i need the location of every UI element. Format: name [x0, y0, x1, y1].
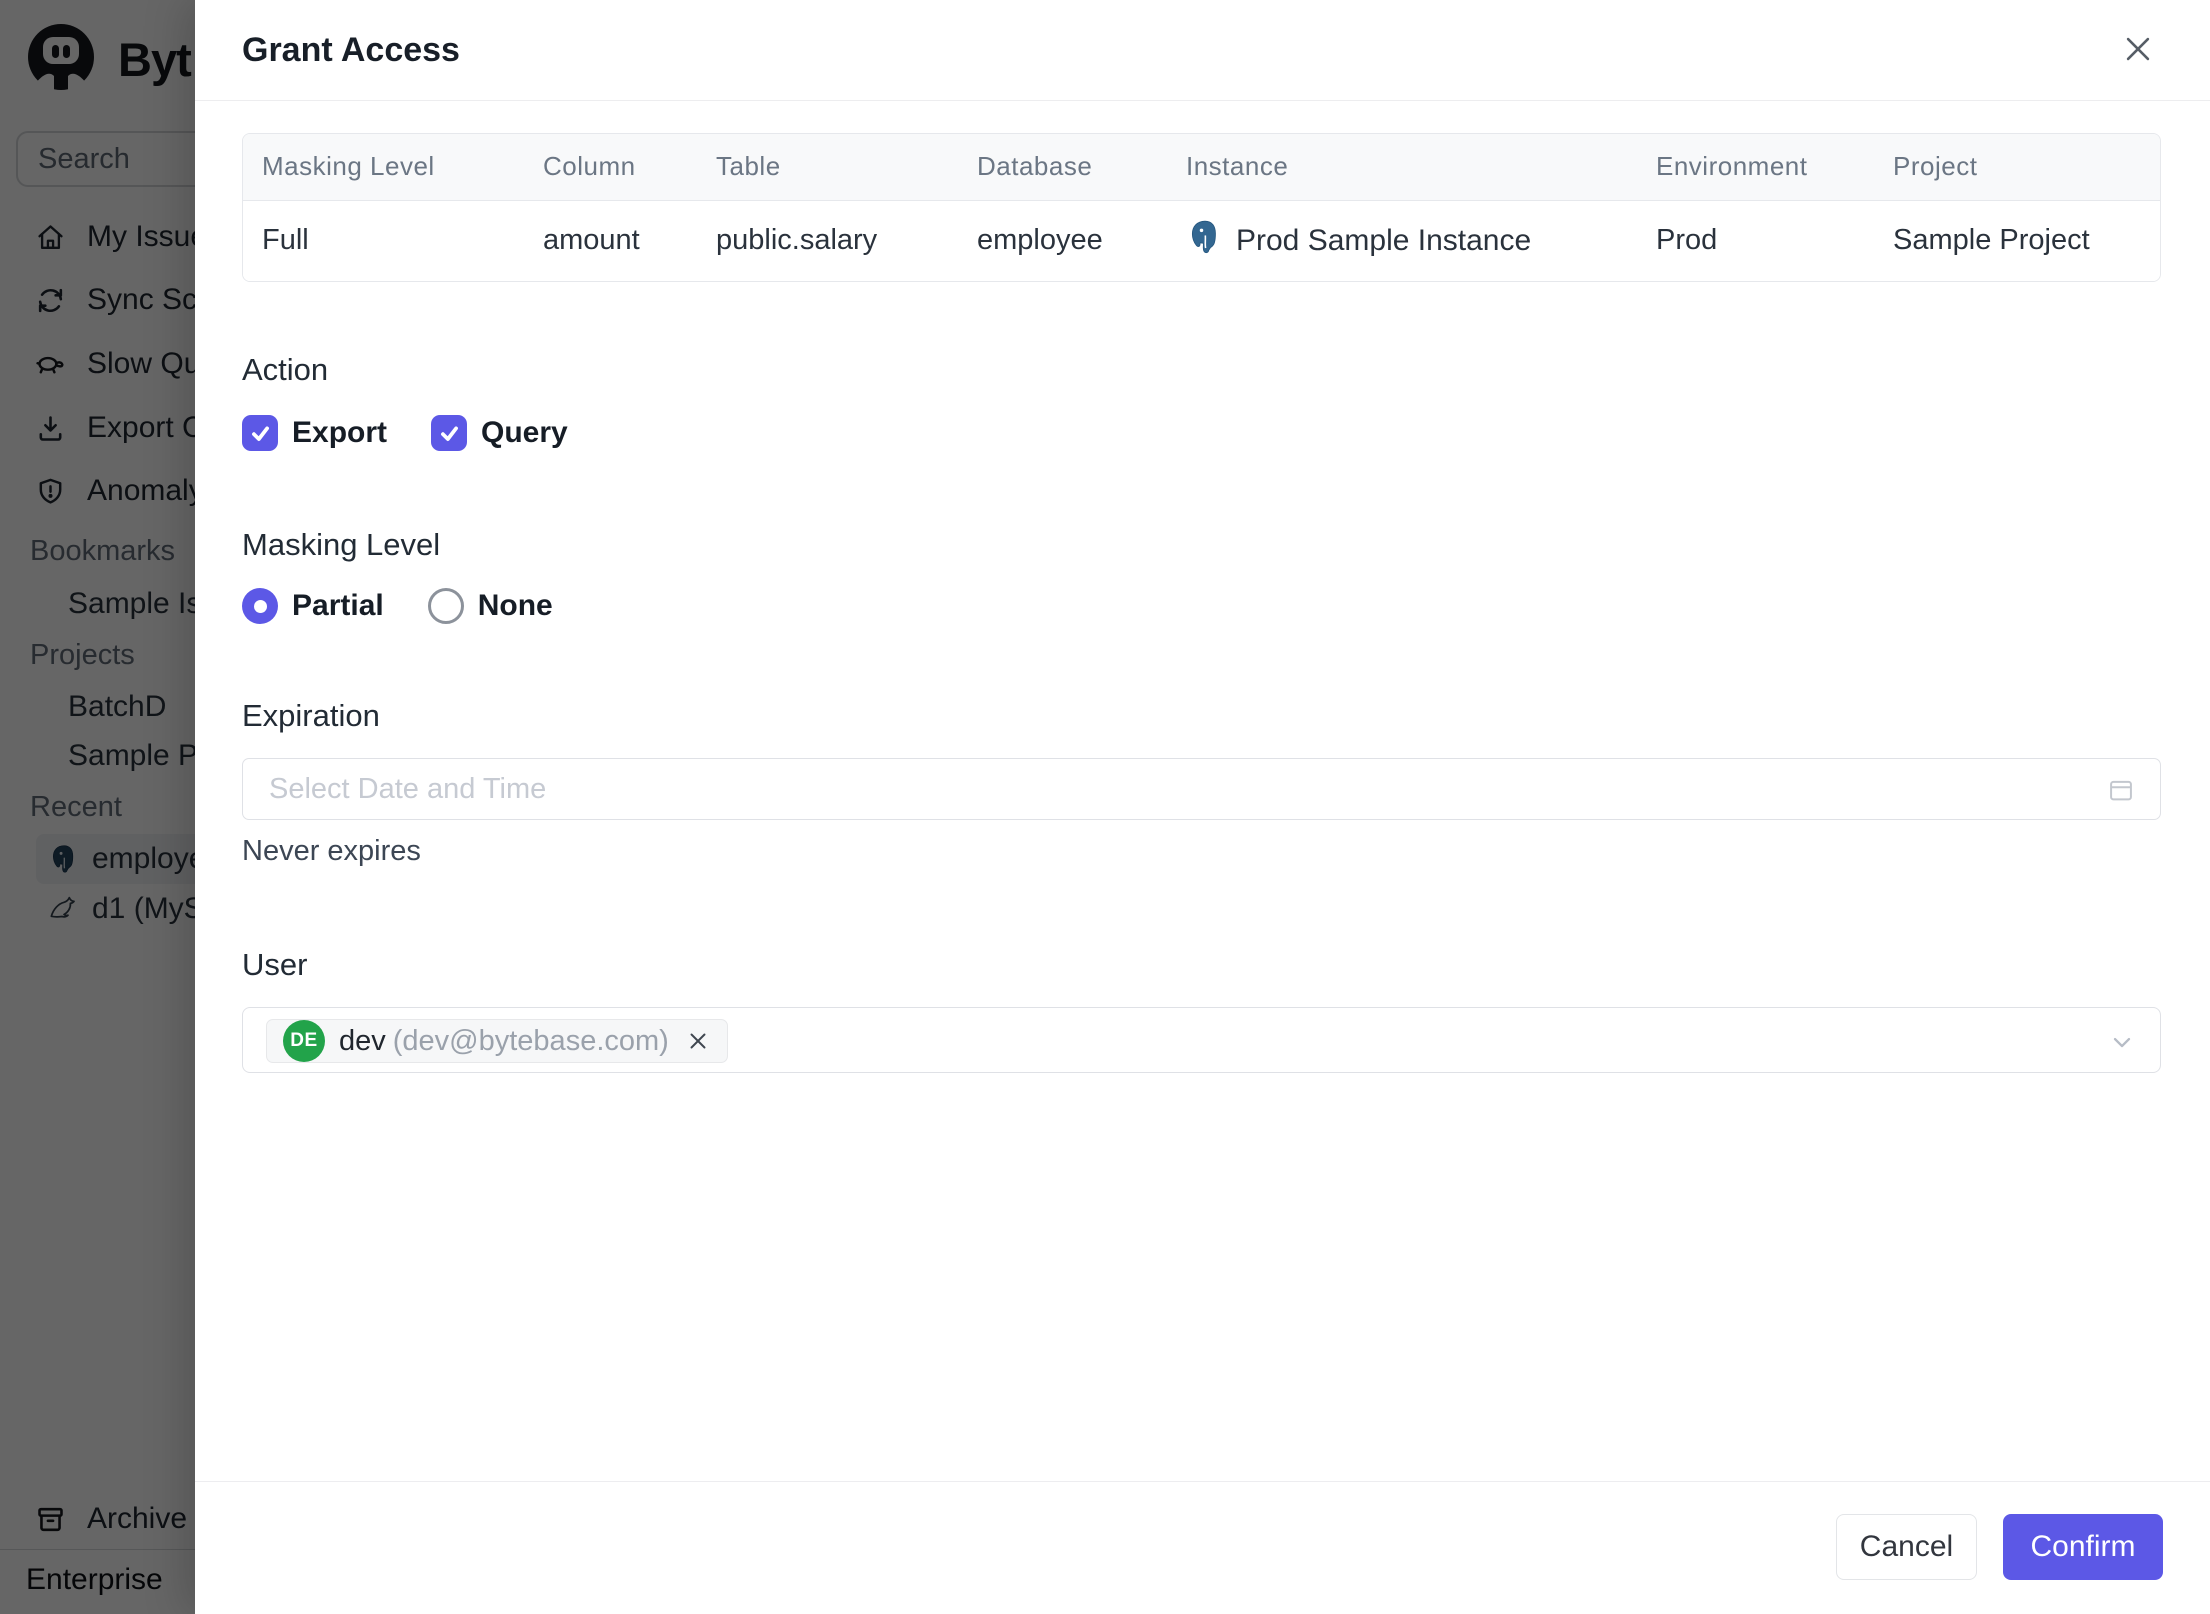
masking-level-options: Partial None [242, 588, 553, 624]
export-label[interactable]: Export [292, 416, 387, 450]
cell-database: employee [958, 200, 1167, 281]
radio-unselected-icon [427, 588, 464, 624]
access-summary-table: Masking Level Column Table Database Inst… [242, 133, 2161, 282]
modal-title: Grant Access [242, 31, 460, 69]
expiration-heading: Expiration [242, 698, 380, 733]
footer-divider [195, 1481, 2210, 1482]
action-options: Export Query [242, 415, 568, 451]
remove-user-button[interactable] [685, 1028, 711, 1054]
table-header-row: Masking Level Column Table Database Inst… [243, 134, 2160, 201]
modal-body: Masking Level Column Table Database Inst… [195, 101, 2210, 1614]
radio-selected-icon [242, 588, 278, 624]
col-header-environment: Environment [1637, 134, 1874, 201]
query-checkbox[interactable]: Query [431, 415, 568, 451]
cell-table: public.salary [697, 200, 958, 281]
col-header-table: Table [697, 134, 958, 201]
col-header-database: Database [958, 134, 1167, 201]
modal-header: Grant Access [195, 0, 2210, 101]
none-label[interactable]: None [478, 589, 553, 623]
partial-radio[interactable]: Partial [242, 588, 384, 624]
cell-project: Sample Project [1874, 200, 2160, 281]
user-name: dev [339, 1024, 386, 1057]
checkbox-checked-icon [431, 415, 468, 451]
instance-name: Prod Sample Instance [1236, 223, 1532, 257]
close-icon [2121, 32, 2155, 69]
postgresql-icon [1186, 218, 1224, 264]
checkbox-checked-icon [242, 415, 278, 451]
col-header-column: Column [524, 134, 697, 201]
cell-column: amount [524, 200, 697, 281]
col-header-masking-level: Masking Level [243, 134, 524, 201]
close-button[interactable] [2118, 30, 2158, 70]
query-label[interactable]: Query [481, 416, 568, 450]
masking-level-heading: Masking Level [242, 527, 441, 562]
confirm-button[interactable]: Confirm [2003, 1514, 2163, 1580]
expiration-date-input[interactable] [242, 758, 2161, 820]
user-heading: User [242, 947, 308, 982]
action-heading: Action [242, 352, 329, 387]
grant-access-modal: Grant Access Masking Level Column Table … [195, 0, 2210, 1614]
modal-backdrop[interactable] [0, 0, 195, 1614]
cell-instance: Prod Sample Instance [1167, 200, 1637, 281]
col-header-instance: Instance [1167, 134, 1637, 201]
partial-label[interactable]: Partial [292, 589, 384, 623]
cell-masking-level: Full [243, 200, 524, 281]
app-root: Byt Search My Issues Sync Sch [0, 0, 2210, 1614]
avatar: DE [283, 1020, 325, 1062]
user-select[interactable]: DE dev (dev@bytebase.com) [242, 1007, 2161, 1073]
user-email: (dev@bytebase.com) [392, 1024, 669, 1057]
none-radio[interactable]: None [427, 588, 553, 624]
cell-environment: Prod [1637, 200, 1874, 281]
chevron-down-icon [2108, 1028, 2136, 1056]
col-header-project: Project [1874, 134, 2160, 201]
table-row: Full amount public.salary employee Prod … [243, 200, 2160, 281]
export-checkbox[interactable]: Export [242, 415, 387, 451]
cancel-button[interactable]: Cancel [1836, 1514, 1977, 1580]
user-tag: DE dev (dev@bytebase.com) [266, 1019, 728, 1063]
expiration-hint: Never expires [242, 835, 421, 867]
close-icon [685, 1028, 711, 1054]
